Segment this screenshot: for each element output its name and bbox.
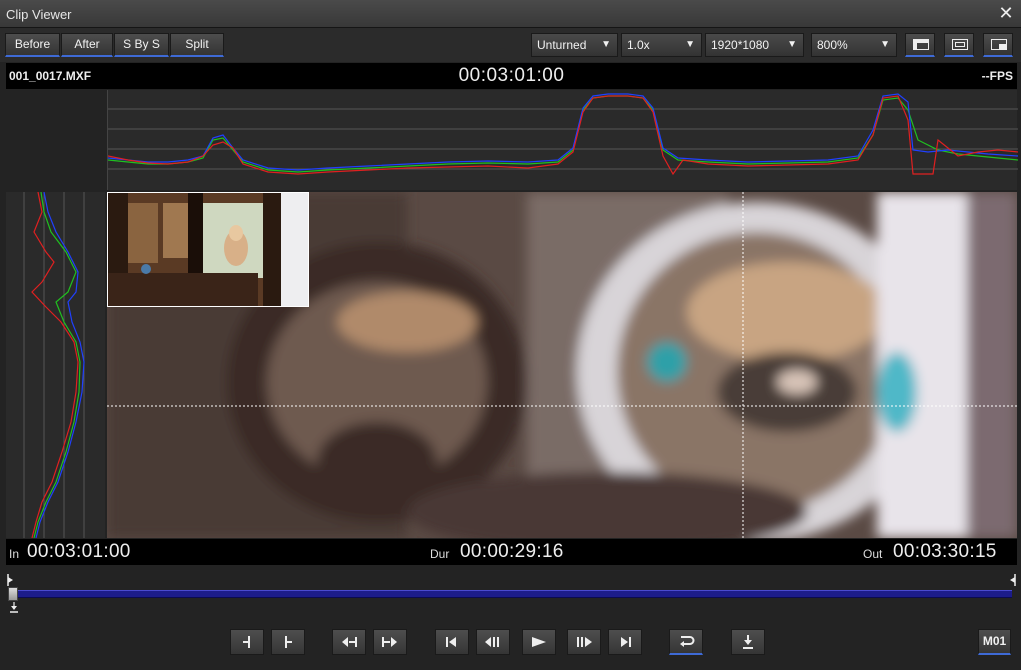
out-point-marker-icon[interactable] (1009, 574, 1017, 586)
monitor-output-button[interactable]: M01 (978, 629, 1011, 655)
dropdown-arrow-icon: ▼ (880, 39, 890, 50)
in-point-marker-icon[interactable] (6, 574, 14, 586)
resolution-value: 1920*1080 (711, 38, 770, 52)
skip-end-icon (621, 637, 631, 647)
go-to-out-button[interactable] (373, 629, 407, 655)
full-view-button[interactable] (944, 33, 974, 57)
vertical-red-line (31, 191, 79, 539)
navigator-thumbnail[interactable] (107, 192, 309, 307)
full-frame-icon (952, 39, 968, 50)
before-button[interactable]: Before (5, 33, 60, 57)
go-to-start-button[interactable] (435, 629, 469, 655)
loop-icon (680, 636, 695, 647)
title-bar: Clip Viewer ✕ (0, 0, 1021, 28)
go-to-end-button[interactable] (608, 629, 642, 655)
resolution-dropdown[interactable]: 1920*1080 ▼ (705, 33, 804, 57)
mark-in-icon (243, 636, 250, 648)
after-button[interactable]: After (61, 33, 113, 57)
speed-dropdown[interactable]: 1.0x ▼ (621, 33, 702, 57)
scrub-bar[interactable] (6, 574, 1017, 614)
clip-info-bar: 001_0017.MXF 00:03:01:00 --FPS (6, 63, 1017, 89)
zoom-value: 800% (817, 38, 848, 52)
speed-value: 1.0x (627, 38, 650, 52)
scrub-track[interactable] (12, 590, 1012, 598)
play-button[interactable] (522, 629, 556, 655)
step-forward-button[interactable] (567, 629, 601, 655)
play-icon (532, 637, 546, 647)
close-icon[interactable]: ✕ (997, 4, 1015, 22)
horizontal-waveform-graph (107, 93, 1019, 176)
marker-down-icon (743, 635, 753, 649)
go-to-out-icon (382, 637, 397, 647)
vertical-waveform-graph (23, 191, 85, 539)
skip-start-icon (446, 637, 456, 647)
rotation-value: Unturned (537, 38, 587, 52)
out-label: Out (863, 547, 883, 561)
toolbar: Before After S By S Split Unturned ▼ 1.0… (0, 28, 1021, 62)
waveform-corner (6, 90, 106, 190)
horizontal-waveform (107, 90, 1019, 190)
playhead-handle[interactable] (8, 587, 18, 601)
step-forward-icon (577, 637, 592, 647)
step-back-button[interactable] (476, 629, 510, 655)
dropdown-arrow-icon: ▼ (787, 39, 797, 50)
go-to-in-icon (342, 637, 357, 647)
dur-timecode: 00:00:29:16 (460, 541, 564, 562)
in-timecode: 00:03:01:00 (27, 541, 131, 562)
zoom-dropdown[interactable]: 800% ▼ (811, 33, 897, 57)
in-label: In (9, 547, 20, 561)
split-button[interactable]: Split (170, 33, 224, 57)
picture-in-picture-icon (991, 39, 1007, 50)
mark-out-icon (285, 636, 292, 648)
thumbnail-frame (108, 193, 308, 306)
out-timecode: 00:03:30:15 (893, 541, 997, 562)
set-out-point-button[interactable] (271, 629, 305, 655)
waveform-view-button[interactable] (905, 33, 935, 57)
waveform-layout-icon (913, 39, 929, 50)
vertical-waveform (6, 191, 105, 539)
dropdown-arrow-icon: ▼ (685, 39, 695, 50)
timecode-bar: In 00:03:01:00 Dur 00:00:29:16 Out 00:03… (6, 539, 1017, 565)
add-marker-button[interactable] (731, 629, 765, 655)
set-in-point-button[interactable] (230, 629, 264, 655)
rotation-dropdown[interactable]: Unturned ▼ (531, 33, 618, 57)
marker-drop-icon (10, 602, 18, 613)
window-title: Clip Viewer (6, 7, 72, 22)
side-by-side-button[interactable]: S By S (114, 33, 169, 57)
go-to-in-button[interactable] (332, 629, 366, 655)
clip-viewer-window: Clip Viewer ✕ Before After S By S Split … (0, 0, 1021, 670)
dropdown-arrow-icon: ▼ (601, 39, 611, 50)
loop-button[interactable] (669, 629, 703, 655)
step-back-icon (485, 637, 499, 647)
pip-view-button[interactable] (983, 33, 1013, 57)
dur-label: Dur (430, 547, 450, 561)
fps-readout: --FPS (981, 69, 1013, 83)
current-timecode: 00:03:01:00 (458, 65, 565, 86)
